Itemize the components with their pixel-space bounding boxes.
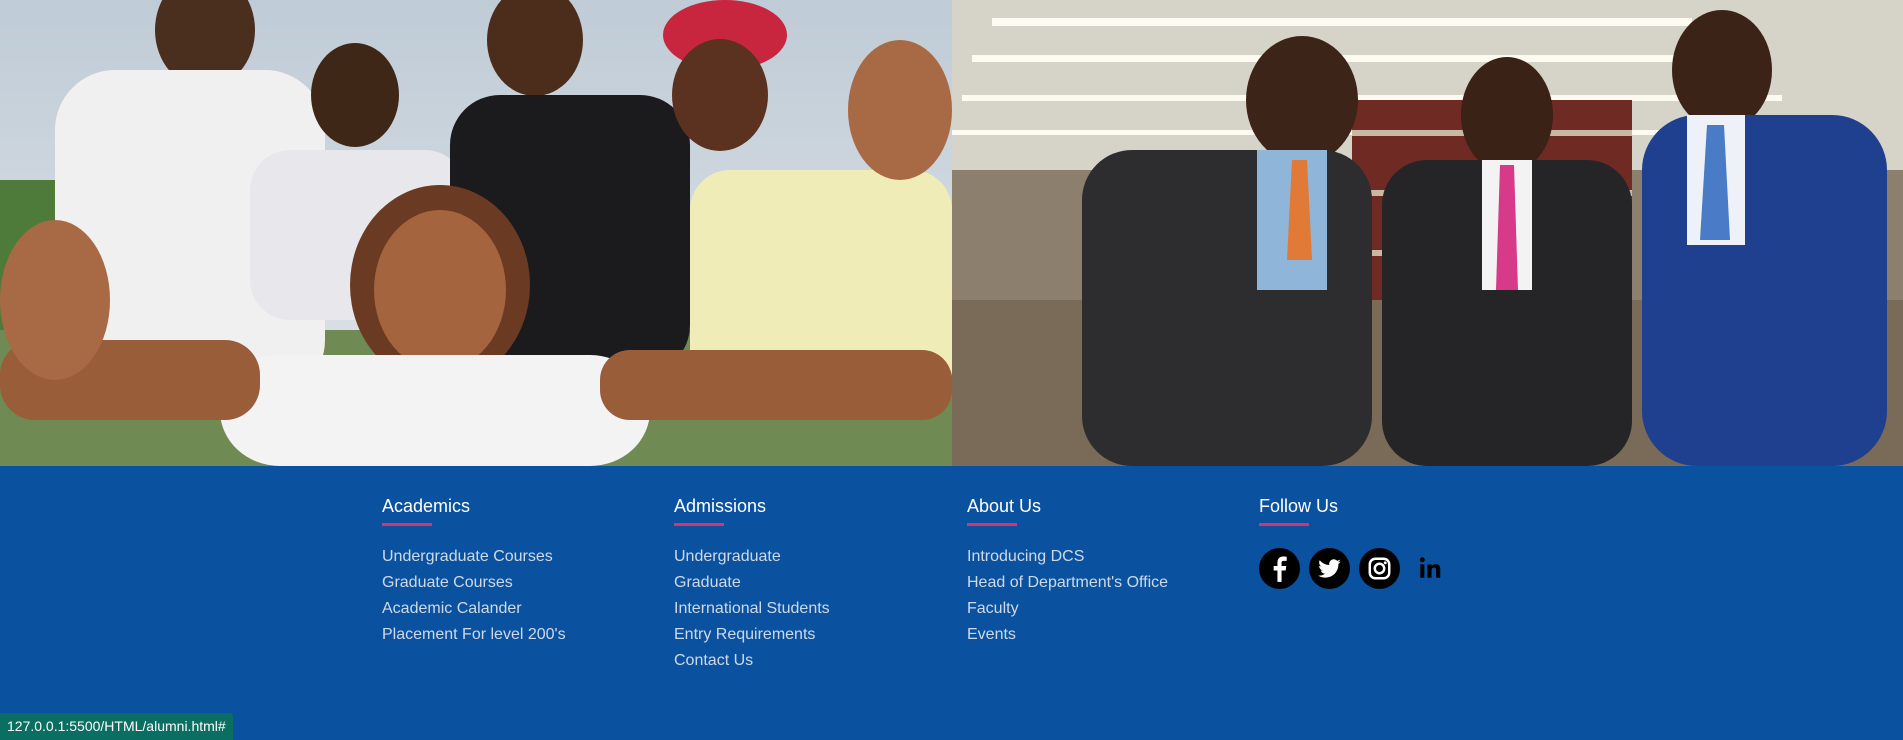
twitter-icon[interactable] [1309, 548, 1350, 589]
link-events[interactable]: Events [967, 626, 1016, 643]
link-graduate[interactable]: Graduate [674, 574, 741, 591]
link-entry-requirements[interactable]: Entry Requirements [674, 626, 815, 643]
link-faculty[interactable]: Faculty [967, 600, 1019, 617]
link-head-of-department[interactable]: Head of Department's Office [967, 574, 1168, 591]
follow-heading: Follow Us [1259, 496, 1339, 516]
admissions-heading: Admissions [674, 496, 767, 516]
heading-underline [967, 523, 1017, 526]
instagram-icon[interactable] [1359, 548, 1400, 589]
link-undergraduate[interactable]: Undergraduate [674, 548, 781, 565]
facebook-icon[interactable] [1259, 548, 1300, 589]
academics-heading: Academics [382, 496, 471, 516]
heading-underline [382, 523, 432, 526]
link-introducing-dcs[interactable]: Introducing DCS [967, 548, 1084, 565]
link-academic-calander[interactable]: Academic Calander [382, 600, 522, 617]
site-footer: Academics Undergraduate Courses Graduate… [0, 466, 1903, 740]
link-undergraduate-courses[interactable]: Undergraduate Courses [382, 548, 553, 565]
link-placement-level-200[interactable]: Placement For level 200's [382, 626, 566, 643]
browser-status-url: 127.0.0.1:5500/HTML/alumni.html# [0, 713, 233, 740]
academics-links: Undergraduate Courses Graduate Courses A… [382, 546, 566, 650]
social-icons [1259, 548, 1450, 589]
admissions-links: Undergraduate Graduate International Stu… [674, 546, 830, 676]
alumni-photo [952, 0, 1903, 466]
linkedin-icon[interactable] [1409, 548, 1450, 589]
about-links: Introducing DCS Head of Department's Off… [967, 546, 1168, 650]
link-contact-us[interactable]: Contact Us [674, 652, 753, 669]
link-international-students[interactable]: International Students [674, 600, 830, 617]
heading-underline [674, 523, 724, 526]
hero-photos [0, 0, 1903, 466]
link-graduate-courses[interactable]: Graduate Courses [382, 574, 513, 591]
about-heading: About Us [967, 496, 1042, 516]
heading-underline [1259, 523, 1309, 526]
students-photo [0, 0, 952, 466]
